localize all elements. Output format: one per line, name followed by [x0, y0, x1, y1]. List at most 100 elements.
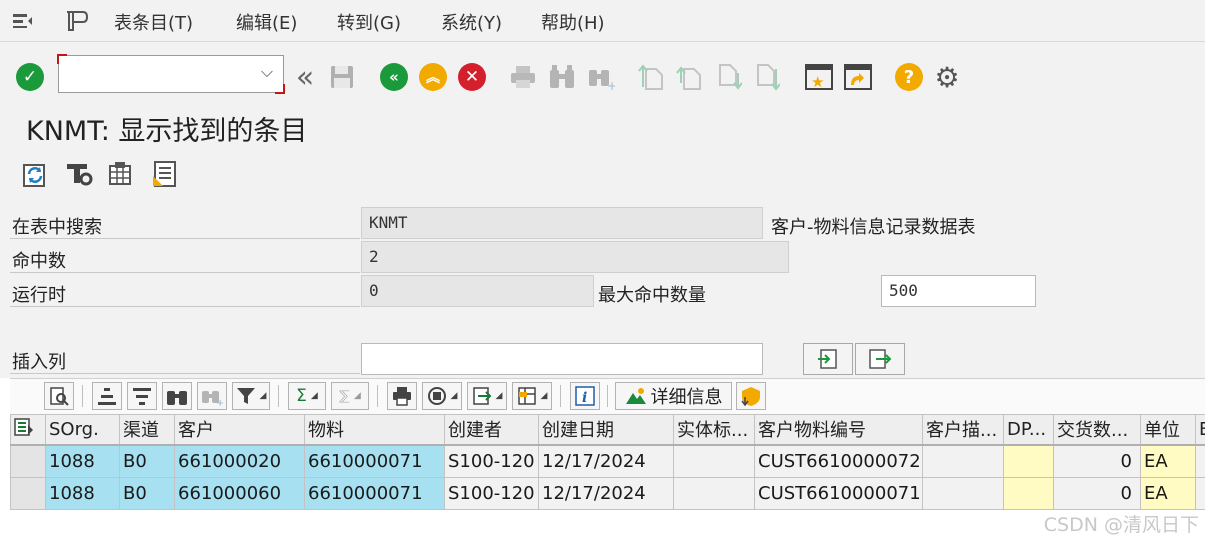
menu-help[interactable]: 帮助(H) — [541, 9, 605, 35]
next-page-icon[interactable] — [714, 62, 744, 92]
customize-layout-icon[interactable]: ⚙ — [931, 61, 963, 94]
table-cell[interactable] — [1195, 476, 1205, 510]
table-cell[interactable]: 1088 — [45, 476, 120, 510]
table-cell[interactable] — [1003, 476, 1054, 510]
find-next-icon[interactable]: + — [586, 62, 616, 92]
table-cell[interactable]: 12/17/2024 — [538, 476, 674, 510]
cancel-icon[interactable]: ✕ — [458, 63, 486, 91]
table-cell[interactable] — [922, 476, 1004, 510]
svg-text:i: i — [582, 390, 587, 406]
table-cell[interactable]: 6610000071 — [304, 476, 445, 510]
table-cell[interactable] — [922, 444, 1004, 478]
column-header[interactable]: 创建日期 — [538, 414, 674, 446]
column-header[interactable]: 创建者 — [444, 414, 539, 446]
table-cell[interactable] — [673, 476, 755, 510]
table-cell[interactable]: B0 — [119, 476, 175, 510]
refresh-icon[interactable] — [20, 159, 50, 189]
insert-column-input[interactable] — [361, 343, 763, 375]
filter-button[interactable]: ◢ — [232, 382, 270, 410]
create-session-icon[interactable]: ★ — [803, 62, 835, 92]
display-settings-icon[interactable] — [64, 159, 94, 189]
info-button[interactable]: i — [570, 382, 600, 410]
subtotal-button[interactable]: ⅀ ◢ — [331, 382, 369, 410]
separator — [560, 385, 561, 407]
table-cell[interactable] — [1195, 444, 1205, 478]
layout-button[interactable]: ◢ — [512, 382, 552, 410]
table-cell[interactable]: 6610000071 — [304, 444, 445, 478]
table-row[interactable]: 1088 B0 661000020 6610000071 S100-120 12… — [10, 444, 1205, 478]
select-all-cell[interactable] — [10, 414, 46, 446]
exit-icon[interactable]: ︽ — [419, 63, 447, 91]
collapse-command-icon[interactable]: « — [290, 60, 320, 95]
menu-system[interactable]: 系统(Y) — [441, 9, 502, 35]
table-cell[interactable]: EA — [1140, 444, 1196, 478]
table-cell[interactable]: 12/17/2024 — [538, 444, 674, 478]
table-cell[interactable]: 661000060 — [174, 476, 305, 510]
total-button[interactable]: Σ ◢ — [288, 382, 326, 410]
column-header[interactable]: 物料 — [304, 414, 445, 446]
menu-table-entry[interactable]: 表条目(T) — [114, 9, 193, 35]
details-button[interactable]: 详细信息 — [615, 382, 732, 410]
menu-edit[interactable]: 编辑(E) — [236, 9, 297, 35]
sap-menu-icon[interactable] — [64, 9, 90, 33]
column-header[interactable]: 单位 — [1140, 414, 1196, 446]
column-header[interactable]: 客户 — [174, 414, 305, 446]
first-page-icon[interactable] — [636, 62, 666, 92]
table-cell[interactable]: CUST6610000071 — [754, 476, 923, 510]
max-hits-input[interactable]: 500 — [881, 275, 1036, 307]
filter-icon — [236, 388, 255, 404]
details-view-button[interactable] — [44, 382, 74, 410]
table-cell[interactable]: S100-120 — [444, 476, 539, 510]
layout-icon — [517, 387, 536, 405]
find-icon[interactable] — [547, 62, 577, 92]
column-header[interactable]: 客户描... — [922, 414, 1004, 446]
row-selector[interactable] — [10, 444, 46, 478]
insert-column-before-button[interactable] — [803, 343, 853, 375]
column-header[interactable]: DP... — [1003, 414, 1054, 446]
print-icon[interactable] — [508, 62, 538, 92]
column-header[interactable]: 交货数... — [1053, 414, 1141, 446]
insert-column-after-button[interactable] — [855, 343, 905, 375]
divider — [10, 238, 360, 239]
find-next-button[interactable]: + — [197, 382, 227, 410]
list-settings-icon[interactable] — [150, 159, 180, 189]
shortcut-icon[interactable] — [842, 62, 874, 92]
back-icon[interactable]: « — [380, 63, 408, 91]
column-header[interactable]: 客户物料编号 — [754, 414, 923, 446]
table-row[interactable]: 1088 B0 661000060 6610000071 S100-120 12… — [10, 476, 1205, 510]
command-field[interactable]: ⌵ — [57, 54, 285, 94]
chevron-down-icon[interactable]: ⌵ — [261, 62, 273, 82]
save-icon[interactable] — [327, 62, 357, 92]
table-cell[interactable]: 0 — [1053, 476, 1141, 510]
table-cell[interactable]: CUST6610000072 — [754, 444, 923, 478]
table-cell[interactable]: S100-120 — [444, 444, 539, 478]
table-cell[interactable]: 661000020 — [174, 444, 305, 478]
change-layout-button[interactable] — [736, 382, 766, 410]
divider — [10, 306, 360, 307]
column-header[interactable]: SOrg. — [45, 414, 120, 446]
help-icon[interactable]: ? — [895, 63, 923, 91]
print-preview-button[interactable] — [387, 382, 417, 410]
previous-page-icon[interactable] — [674, 62, 704, 92]
sort-ascending-button[interactable] — [92, 382, 122, 410]
last-page-icon[interactable] — [752, 62, 782, 92]
column-header[interactable]: B — [1195, 414, 1205, 446]
runtime-label: 运行时 — [12, 285, 66, 306]
find-button[interactable] — [162, 382, 192, 410]
table-cell[interactable]: B0 — [119, 444, 175, 478]
column-header[interactable]: 实体标... — [673, 414, 755, 446]
export-button[interactable]: ◢ — [467, 382, 507, 410]
table-cell[interactable] — [673, 444, 755, 478]
table-cell[interactable] — [1003, 444, 1054, 478]
table-cell[interactable]: EA — [1140, 476, 1196, 510]
enter-icon[interactable]: ✓ — [16, 63, 44, 91]
menu-goto[interactable]: 转到(G) — [337, 9, 401, 35]
check-table-icon[interactable] — [106, 159, 136, 189]
table-cell[interactable]: 1088 — [45, 444, 120, 478]
table-cell[interactable]: 0 — [1053, 444, 1141, 478]
column-header[interactable]: 渠道 — [119, 414, 175, 446]
menu-icon[interactable] — [10, 10, 34, 32]
views-button[interactable]: ◢ — [422, 382, 462, 410]
row-selector[interactable] — [10, 476, 46, 510]
sort-descending-button[interactable] — [127, 382, 157, 410]
